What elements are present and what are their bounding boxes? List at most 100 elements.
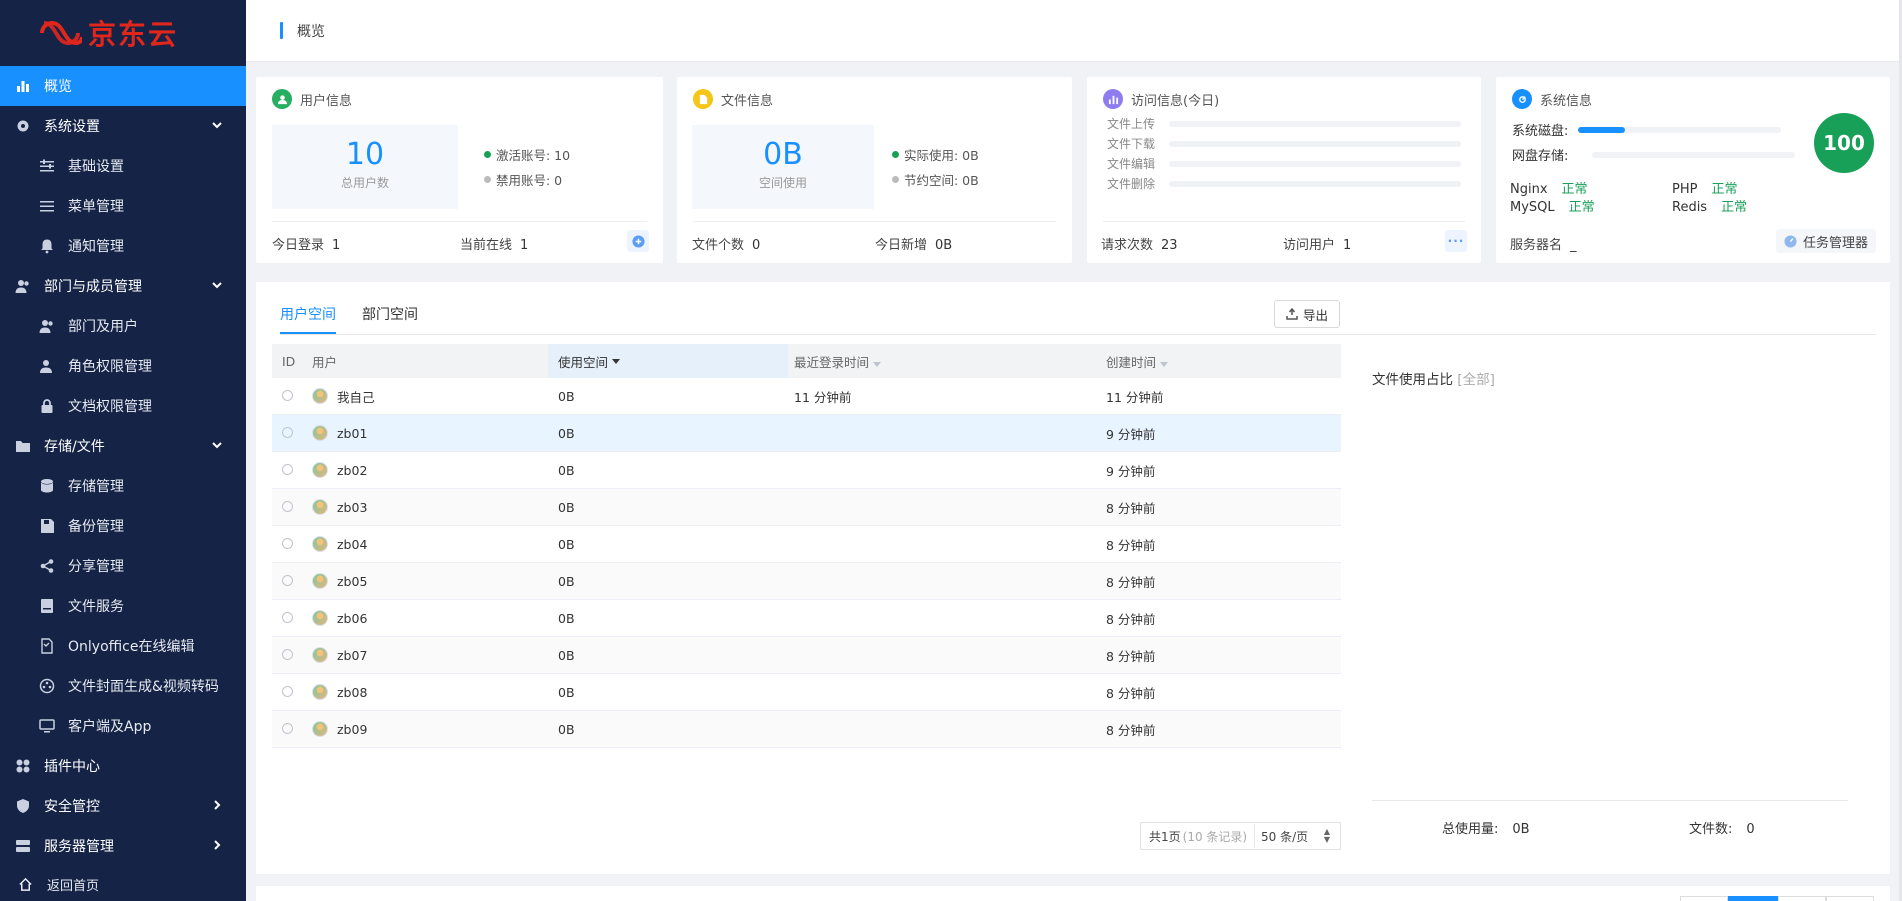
created-time: 8 分钟前 [1106,648,1156,664]
avatar [312,462,328,478]
sidebar-item-18[interactable]: 安全管控 [0,786,246,826]
user-name[interactable]: zb06 [337,611,367,626]
table-row[interactable]: zb08 0B 8 分钟前 [272,674,1341,711]
sidebar-item-3[interactable]: 菜单管理 [0,186,246,226]
row-select-radio[interactable] [282,500,293,512]
user-name[interactable]: zb08 [337,685,367,700]
row-select-radio[interactable] [282,389,293,401]
sidebar-item-5[interactable]: 部门与成员管理 [0,266,246,306]
dashboard-icon [1784,234,1797,248]
sidebar-item-label: 服务器管理 [44,839,114,855]
col-user[interactable]: 用户 [312,352,548,371]
sidebar-item-7[interactable]: 角色权限管理 [0,346,246,386]
table-row[interactable]: zb07 0B 8 分钟前 [272,637,1341,674]
sidebar-item-label: 部门与成员管理 [44,279,142,295]
sidebar-item-label: 备份管理 [68,519,124,535]
col-used-space[interactable]: 使用空间 [548,344,788,378]
row-select-radio[interactable] [282,648,293,660]
sidebar-item-1[interactable]: 系统设置 [0,106,246,146]
sidebar-item-2[interactable]: 基础设置 [0,146,246,186]
user-name[interactable]: zb09 [337,722,367,737]
sidebar-item-6[interactable]: 部门及用户 [0,306,246,346]
sidebar-item-9[interactable]: 存储/文件 [0,426,246,466]
sidebar-item-17[interactable]: 插件中心 [0,746,246,786]
back-home-link[interactable]: 返回首页 [0,867,246,901]
table-row[interactable]: zb02 0B 9 分钟前 [272,452,1341,489]
page-button[interactable] [1778,896,1826,901]
page-size-select[interactable]: 50 条/页 ▲ ▼ [1254,825,1336,847]
row-select-radio[interactable] [282,463,293,475]
server-name: 服务器名 _ [1510,238,1577,253]
table-row[interactable]: zb05 0B 8 分钟前 [272,563,1341,600]
space-usage-value: 0B [763,137,803,172]
row-select-radio[interactable] [282,685,293,697]
sidebar-item-16[interactable]: 客户端及App [0,706,246,746]
user-name[interactable]: zb05 [337,574,367,589]
request-count: 请求次数 23 [1101,238,1178,253]
page-button[interactable] [1826,896,1874,901]
more-button[interactable]: ··· [1445,230,1467,252]
file-info-title: 文件信息 [693,89,773,109]
sidebar-item-label: 客户端及App [68,719,152,735]
page-button-active[interactable] [1728,896,1778,901]
user-name[interactable]: zb03 [337,500,367,515]
sidebar-item-13[interactable]: 文件服务 [0,586,246,626]
sidebar-item-label: 通知管理 [68,239,124,255]
brand-name: 京东云 [88,18,179,51]
brand-logo[interactable]: 京东云 [0,0,246,66]
task-manager-button[interactable]: 任务管理器 [1775,229,1876,253]
avatar [312,610,328,626]
sidebar-item-label: 分享管理 [68,559,124,575]
export-button[interactable]: 导出 [1274,300,1340,328]
server-icon [14,838,32,854]
space-tabs: 用户空间 部门空间 [280,304,418,334]
used-space: 0B [558,684,575,700]
row-select-radio[interactable] [282,611,293,623]
col-created[interactable]: 创建时间 [1100,352,1341,371]
sidebar-item-12[interactable]: 分享管理 [0,546,246,586]
row-select-radio[interactable] [282,426,293,438]
sidebar-item-14[interactable]: Onlyoffice在线编辑 [0,626,246,666]
sidebar-item-8[interactable]: 文档权限管理 [0,386,246,426]
access-bar-label: 文件编辑 [1107,157,1156,171]
sidebar-item-15[interactable]: 文件封面生成&视频转码 [0,666,246,706]
document-edit-icon [38,638,56,654]
user-name[interactable]: zb04 [337,537,367,552]
sidebar-item-label: 菜单管理 [68,199,124,215]
table-body: 我自己 0B 11 分钟前 11 分钟前 zb01 0B 9 分钟前 zb02 0B 9 分钟前 z… [272,378,1341,748]
row-select-radio[interactable] [282,574,293,586]
row-select-radio[interactable] [282,537,293,549]
select-arrows-icon: ▲ ▼ [1323,827,1330,844]
health-score: 100 [1814,113,1874,173]
table-row[interactable]: zb09 0B 8 分钟前 [272,711,1341,748]
table-row[interactable]: zb03 0B 8 分钟前 [272,489,1341,526]
user-name[interactable]: zb07 [337,648,367,663]
page-button[interactable] [1680,896,1728,901]
tab-user-space[interactable]: 用户空间 [280,304,336,334]
table-row[interactable]: 我自己 0B 11 分钟前 11 分钟前 [272,378,1341,415]
sidebar-item-11[interactable]: 备份管理 [0,506,246,546]
sidebar-item-0[interactable]: 概览 [0,66,246,106]
user-name[interactable]: 我自己 [337,387,375,406]
tab-dept-space[interactable]: 部门空间 [362,304,418,334]
access-info-title: 访问信息(今日) [1103,89,1219,109]
system-disk: 系统磁盘: [1512,120,1782,139]
add-user-button[interactable] [627,230,649,252]
sidebar-item-19[interactable]: 服务器管理 [0,826,246,866]
table-row[interactable]: zb01 0B 9 分钟前 [272,415,1341,452]
plus-circle-icon [631,234,645,248]
pagination: 共1页 (10 条记录) 50 条/页 ▲ ▼ [1140,822,1341,850]
today-new: 今日新增 0B [875,238,953,253]
sidebar-item-4[interactable]: 通知管理 [0,226,246,266]
col-id[interactable]: ID [272,354,312,369]
table-row[interactable]: zb06 0B 8 分钟前 [272,600,1341,637]
chevron-down-icon [210,438,226,454]
col-last-login[interactable]: 最近登录时间 [788,352,1100,371]
file-usage-filter[interactable]: [全部] [1457,372,1495,388]
sidebar-item-10[interactable]: 存储管理 [0,466,246,506]
row-select-radio[interactable] [282,722,293,734]
monitor-icon [38,718,56,734]
user-name[interactable]: zb02 [337,463,367,478]
user-name[interactable]: zb01 [337,426,367,441]
table-row[interactable]: zb04 0B 8 分钟前 [272,526,1341,563]
